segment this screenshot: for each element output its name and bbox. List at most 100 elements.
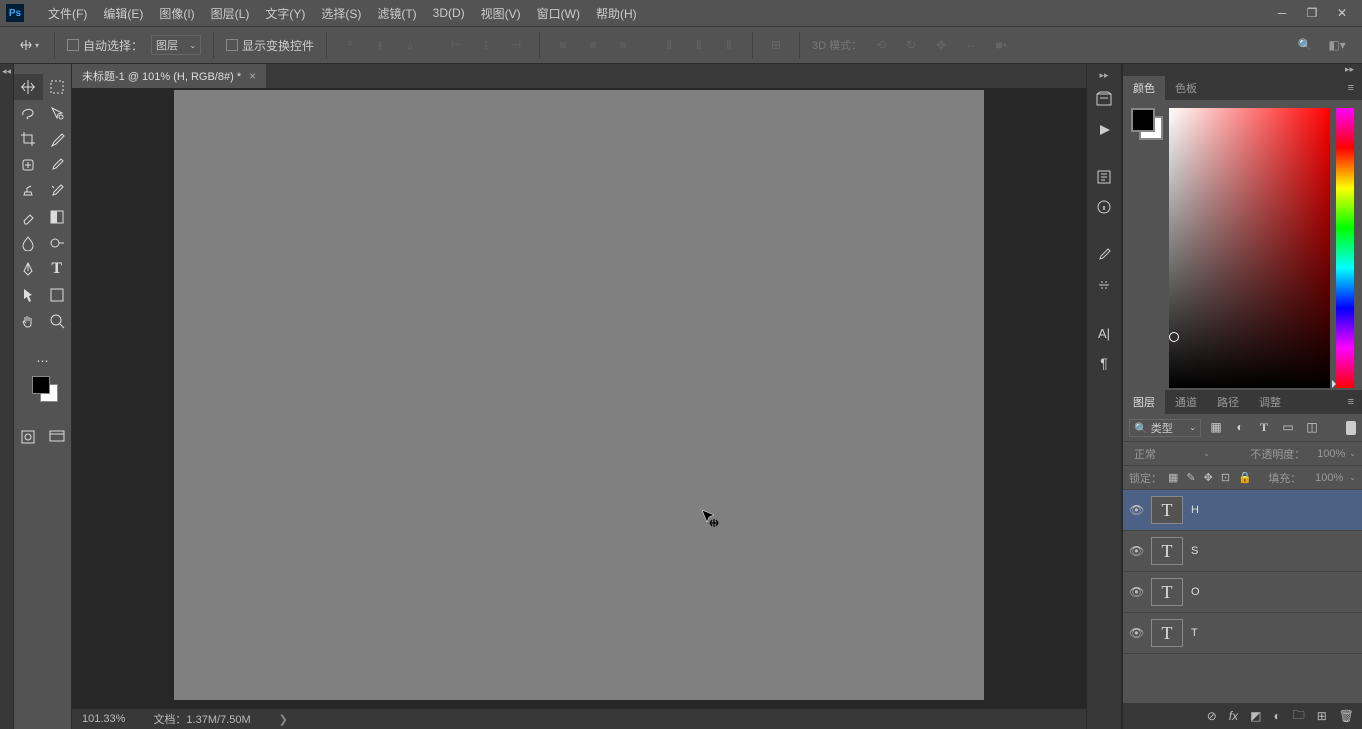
minimize-button[interactable]: ─ [1274,7,1290,19]
close-tab-icon[interactable]: × [249,69,256,83]
zoom-tool[interactable] [43,308,72,334]
new-group-icon[interactable]: 🗀 [1293,706,1305,727]
roll-icon[interactable]: ↻ [900,34,922,56]
tab-color[interactable]: 颜色 [1123,76,1165,100]
tab-swatches[interactable]: 色板 [1165,76,1207,100]
foreground-color[interactable] [32,376,50,394]
distribute-left-icon[interactable]: ⫴ [658,34,680,56]
properties-panel-icon[interactable] [1089,164,1119,190]
shape-tool[interactable] [43,282,72,308]
panel-color-swatches[interactable] [1131,108,1163,140]
distribute-right-icon[interactable]: ⫴ [718,34,740,56]
layer-name[interactable]: H [1191,504,1199,516]
distribute-hcenter-icon[interactable]: ⫴ [688,34,710,56]
zoom-level[interactable]: 101.33% [82,713,125,725]
menu-view[interactable]: 视图(V) [473,1,529,26]
layer-name[interactable]: T [1191,627,1198,639]
align-left-icon[interactable]: ⊢ [445,34,467,56]
current-tool-indicator[interactable]: ▾ [14,34,42,56]
layer-thumbnail-type-icon[interactable]: T [1151,578,1183,606]
eyedropper-tool[interactable] [43,126,72,152]
filter-adjust-icon[interactable]: ◐ [1233,420,1247,435]
crop-tool[interactable] [14,126,43,152]
hue-slider[interactable] [1336,108,1354,388]
eraser-tool[interactable] [14,204,43,230]
layer-filter-select[interactable]: 🔍 类型⌄ [1129,419,1201,437]
brushes-panel-icon[interactable] [1089,242,1119,268]
toolbox-collapse[interactable]: ◂◂ [0,64,14,729]
zoom-3d-icon[interactable]: ■• [990,34,1012,56]
menu-layer[interactable]: 图层(L) [203,1,258,26]
history-brush-tool[interactable] [43,178,72,204]
orbit-icon[interactable]: ⟲ [870,34,892,56]
workspace-icon[interactable]: ◧▾ [1326,34,1348,56]
layers-panel-menu-icon[interactable]: ≡ [1348,396,1362,408]
lock-position-icon[interactable]: ✥ [1204,471,1213,484]
expand-strip-icon[interactable]: ▸▸ [1099,70,1108,82]
tab-paths[interactable]: 路径 [1207,390,1249,414]
delete-layer-icon[interactable]: 🗑 [1339,709,1354,723]
distribute-bottom-icon[interactable]: ≡ [612,34,634,56]
layer-style-icon[interactable]: fx [1229,709,1238,723]
layer-name[interactable]: S [1191,545,1198,557]
maximize-button[interactable]: ❐ [1304,7,1320,19]
panel-foreground-color[interactable] [1131,108,1155,132]
auto-align-icon[interactable]: ⊞ [765,34,787,56]
brush-settings-panel-icon[interactable] [1089,272,1119,298]
document-tab[interactable]: 未标题-1 @ 101% (H, RGB/8#) * × [72,64,266,88]
tab-layers[interactable]: 图层 [1123,390,1165,414]
layer-thumbnail-type-icon[interactable]: T [1151,496,1183,524]
filter-toggle[interactable] [1346,421,1356,435]
visibility-toggle-icon[interactable]: 👁 [1129,544,1143,558]
pan-icon[interactable]: ✥ [930,34,952,56]
path-select-tool[interactable] [14,282,43,308]
lock-all-icon[interactable]: 🔒 [1238,471,1252,484]
blend-mode-select[interactable]: 正常⌄ [1129,445,1215,463]
align-bottom-icon[interactable]: ⫰ [399,34,421,56]
menu-edit[interactable]: 编辑(E) [95,1,151,26]
layer-item[interactable]: 👁 T H [1123,490,1362,531]
character-panel-icon[interactable]: A| [1089,320,1119,346]
healing-brush-tool[interactable] [14,152,43,178]
adjustment-layer-icon[interactable]: ◐ [1273,709,1280,723]
type-tool[interactable]: T [43,256,72,282]
quick-select-tool[interactable] [43,100,72,126]
filter-pixel-icon[interactable]: ▦ [1209,420,1223,435]
layer-item[interactable]: 👁 T S [1123,531,1362,572]
lock-transparency-icon[interactable]: ▦ [1168,471,1178,484]
auto-select-dropdown[interactable]: 图层⌄ [151,35,201,55]
doc-info[interactable]: 文档：1.37M/7.50M [153,711,250,727]
actions-panel-icon[interactable] [1089,116,1119,142]
menu-help[interactable]: 帮助(H) [588,1,645,26]
menu-file[interactable]: 文件(F) [40,1,95,26]
blur-tool[interactable] [14,230,43,256]
more-tools[interactable]: ⋯ [14,348,71,374]
align-vcenter-icon[interactable]: ⫲ [369,34,391,56]
gradient-tool[interactable] [43,204,72,230]
visibility-toggle-icon[interactable]: 👁 [1129,585,1143,599]
move-tool[interactable] [14,74,43,100]
menu-3d[interactable]: 3D(D) [425,2,473,24]
canvas-viewport[interactable] [72,88,1086,729]
filter-smart-icon[interactable]: ◫ [1305,420,1319,435]
dodge-tool[interactable] [43,230,72,256]
status-flyout-icon[interactable]: ❯ [279,713,288,726]
filter-shape-icon[interactable]: ▭ [1281,420,1295,435]
layer-thumbnail-type-icon[interactable]: T [1151,537,1183,565]
color-panel-menu-icon[interactable]: ≡ [1348,82,1362,94]
show-transform-checkbox[interactable]: 显示变换控件 [226,37,314,54]
lock-artboard-icon[interactable]: ⊡ [1221,471,1230,484]
brush-tool[interactable] [43,152,72,178]
align-right-icon[interactable]: ⊣ [505,34,527,56]
layer-name[interactable]: O [1191,586,1200,598]
hand-tool[interactable] [14,308,43,334]
filter-type-icon[interactable]: T [1257,420,1271,435]
menu-filter[interactable]: 滤镜(T) [369,1,424,26]
pen-tool[interactable] [14,256,43,282]
lock-pixels-icon[interactable]: ✎ [1186,471,1195,484]
tab-channels[interactable]: 通道 [1165,390,1207,414]
fill-value[interactable]: 100% [1307,472,1343,484]
visibility-toggle-icon[interactable]: 👁 [1129,626,1143,640]
clone-stamp-tool[interactable] [14,178,43,204]
menu-window[interactable]: 窗口(W) [529,1,588,26]
